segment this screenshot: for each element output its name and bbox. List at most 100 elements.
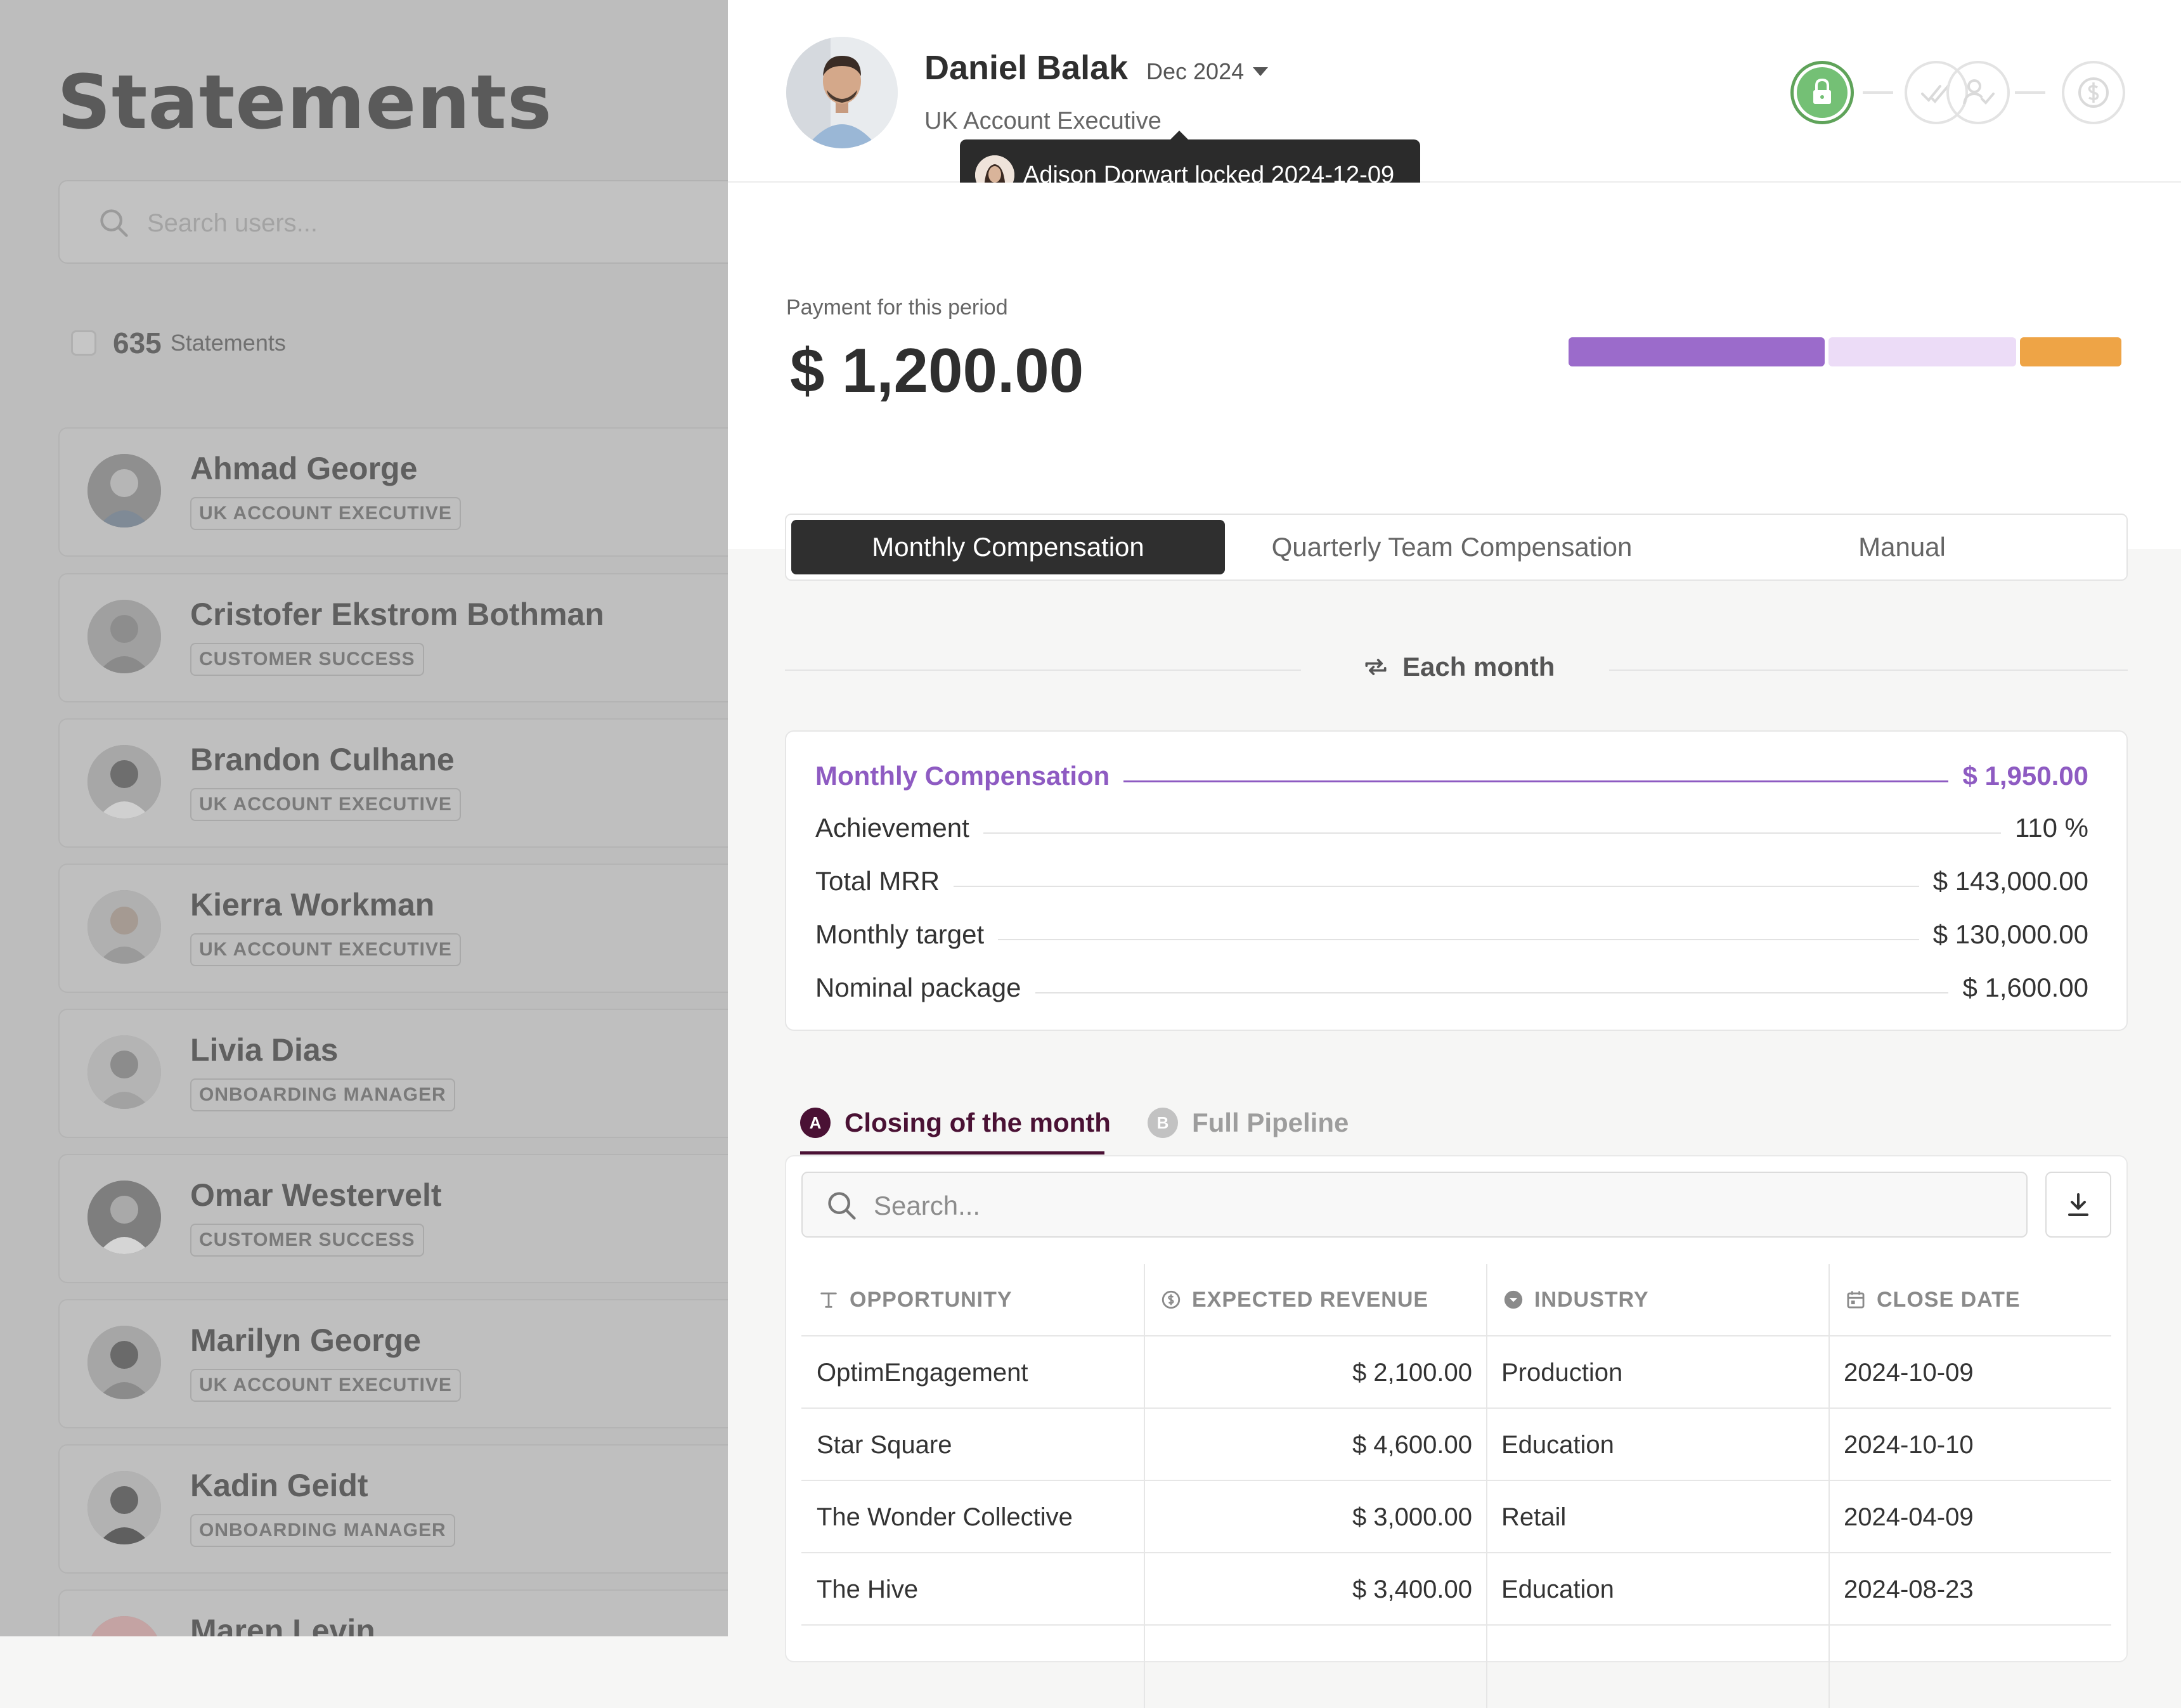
frequency-divider: Each month — [785, 647, 2128, 691]
avatar — [87, 600, 161, 673]
payment-label: Payment for this period — [786, 295, 1008, 320]
industry-cell: Retail — [1501, 1503, 1567, 1531]
search-icon — [100, 209, 128, 237]
user-name: Cristofer Ekstrom Bothman — [190, 597, 604, 632]
profile-role: UK Account Executive — [924, 108, 1162, 134]
search-icon — [828, 1192, 856, 1220]
sidebar-title: Statements — [57, 58, 553, 146]
tab-manual[interactable]: Manual — [1680, 520, 2124, 574]
user-card[interactable]: Brandon Culhane UK ACCOUNT EXECUTIVE — [58, 718, 728, 848]
leader-line — [954, 886, 1919, 887]
payout-step[interactable] — [2062, 61, 2125, 124]
payment-summary: Payment for this period $ 1,200.00 — [728, 183, 2181, 549]
payment-bar-segment — [1569, 337, 1825, 366]
row-label: Achievement — [815, 813, 969, 843]
table-row[interactable]: The Hive $ 3,400.00 Education 2024-08-23 — [801, 1552, 2111, 1626]
row-label: Monthly target — [815, 919, 985, 949]
user-search-input[interactable] — [146, 200, 719, 246]
user-card[interactable]: Omar Westervelt CUSTOMER SUCCESS — [58, 1154, 728, 1283]
select-all-checkbox[interactable] — [71, 330, 96, 356]
tab-badge: A — [800, 1108, 831, 1138]
user-card[interactable]: Cristofer Ekstrom Bothman CUSTOMER SUCCE… — [58, 573, 728, 702]
tab-quarterly-team-compensation[interactable]: Quarterly Team Compensation — [1230, 520, 1674, 574]
column-header-label: INDUSTRY — [1534, 1287, 1649, 1312]
table-row[interactable] — [801, 1624, 2111, 1698]
lock-icon — [1797, 67, 1848, 118]
tab-monthly-compensation[interactable]: Monthly Compensation — [791, 520, 1225, 574]
table-search-box[interactable] — [801, 1172, 2028, 1238]
leader-line — [983, 832, 2002, 834]
table-row[interactable]: The Wonder Collective $ 3,000.00 Retail … — [801, 1480, 2111, 1553]
tab-full-pipeline[interactable]: B Full Pipeline — [1148, 1101, 1349, 1145]
user-name: Kierra Workman — [190, 887, 435, 922]
lock-step[interactable] — [1790, 61, 1854, 124]
period-selector[interactable]: Dec 2024 — [1146, 58, 1269, 85]
plan-tabs: Monthly Compensation Quarterly Team Comp… — [785, 514, 2128, 581]
opportunity-cell: The Wonder Collective — [817, 1503, 1073, 1531]
tab-label: Closing of the month — [845, 1108, 1111, 1137]
avatar — [87, 745, 161, 818]
revenue-cell: $ 3,000.00 — [1352, 1503, 1472, 1531]
user-card[interactable]: Marilyn George UK ACCOUNT EXECUTIVE — [58, 1299, 728, 1428]
frequency-label: Each month — [1402, 652, 1555, 682]
statement-count: 635 — [113, 327, 162, 359]
divider-line — [1609, 670, 2128, 671]
industry-cell: Education — [1501, 1431, 1614, 1459]
opportunity-cell: Star Square — [817, 1431, 952, 1459]
user-name: Maren Levin — [190, 1613, 375, 1636]
avatar — [87, 1181, 161, 1254]
user-name: Kadin Geidt — [190, 1468, 368, 1503]
column-header-opportunity[interactable]: OPPORTUNITY — [818, 1264, 1013, 1335]
tab-badge: B — [1148, 1108, 1178, 1138]
tab-closing-of-the-month[interactable]: A Closing of the month — [800, 1101, 1111, 1145]
user-role-badge: ONBOARDING MANAGER — [190, 1514, 455, 1547]
opportunity-cell: OptimEngagement — [817, 1359, 1028, 1387]
user-name: Brandon Culhane — [190, 742, 455, 777]
avatar — [786, 37, 898, 148]
opportunities-card: OPPORTUNITY EXPECTED REVENUE INDUSTRY — [785, 1155, 2128, 1708]
table-row[interactable]: OptimEngagement $ 2,100.00 Production 20… — [801, 1335, 2111, 1409]
industry-cell: Production — [1501, 1359, 1623, 1387]
column-header-industry[interactable]: INDUSTRY — [1503, 1264, 1649, 1335]
compensation-row: Total MRR $ 143,000.00 — [815, 862, 2088, 900]
table-row[interactable]: Star Square $ 4,600.00 Education 2024-10… — [801, 1407, 2111, 1481]
user-card[interactable]: Ahmad George UK ACCOUNT EXECUTIVE — [58, 427, 728, 557]
user-role-badge: UK ACCOUNT EXECUTIVE — [190, 788, 461, 821]
row-value: $ 143,000.00 — [1932, 866, 2088, 896]
user-role-badge: CUSTOMER SUCCESS — [190, 1224, 424, 1257]
avatar — [87, 1326, 161, 1399]
user-card[interactable]: Livia Dias ONBOARDING MANAGER — [58, 1009, 728, 1138]
user-search-box[interactable] — [58, 180, 728, 264]
payment-amount: $ 1,200.00 — [790, 335, 1084, 405]
table-search-input[interactable] — [872, 1184, 1953, 1227]
leader-line — [998, 939, 1919, 940]
download-button[interactable] — [2045, 1172, 2111, 1238]
statements-sidebar: Statements 635 Statements Ahmad George U… — [0, 0, 728, 1636]
frequency-label-group: Each month — [1362, 652, 1555, 682]
compensation-row: Achievement 110 % — [815, 809, 2088, 847]
user-check-icon — [1963, 79, 1995, 105]
step-connector — [1863, 91, 1893, 94]
close-date-cell: 2024-10-10 — [1844, 1431, 1974, 1459]
user-card[interactable]: Maren Levin — [58, 1589, 728, 1636]
column-header-close-date[interactable]: CLOSE DATE — [1845, 1264, 2021, 1335]
row-label: Nominal package — [815, 973, 1021, 1002]
compensation-total-row: Monthly Compensation $ 1,950.00 — [815, 757, 2088, 795]
user-approve-step[interactable] — [1946, 61, 2010, 124]
user-role-badge: ONBOARDING MANAGER — [190, 1078, 455, 1111]
user-card[interactable]: Kadin Geidt ONBOARDING MANAGER — [58, 1444, 728, 1574]
revenue-cell: $ 4,600.00 — [1352, 1431, 1472, 1459]
tooltip-arrow — [1170, 131, 1188, 139]
avatar — [87, 1616, 161, 1636]
period-label: Dec 2024 — [1146, 58, 1245, 84]
column-header-expected-revenue[interactable]: EXPECTED REVENUE — [1160, 1264, 1428, 1335]
user-card[interactable]: Kierra Workman UK ACCOUNT EXECUTIVE — [58, 864, 728, 993]
compensation-card: Monthly Compensation $ 1,950.00 Achievem… — [785, 730, 2128, 1031]
user-role-badge: UK ACCOUNT EXECUTIVE — [190, 497, 461, 530]
user-name: Omar Westervelt — [190, 1177, 442, 1213]
active-tab-underline — [800, 1151, 1104, 1155]
row-value: $ 1,600.00 — [1962, 973, 2088, 1002]
repeat-icon — [1365, 659, 1387, 675]
row-label: Total MRR — [815, 866, 940, 896]
divider-line — [785, 670, 1301, 671]
